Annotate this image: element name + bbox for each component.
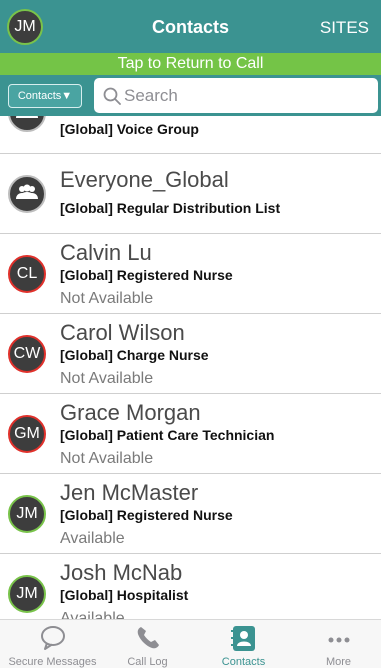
contacts-list: [Global] Voice Group Everyone_Global [Gl…	[0, 116, 381, 619]
contact-row-grace-morgan[interactable]: GM Grace Morgan [Global] Patient Care Te…	[0, 394, 381, 474]
contact-row-calvin-lu[interactable]: CL Calvin Lu [Global] Registered Nurse N…	[0, 234, 381, 314]
return-to-call-banner[interactable]: Tap to Return to Call	[0, 53, 381, 75]
tab-label: Secure Messages	[8, 656, 97, 668]
group-icon	[15, 184, 39, 205]
tab-label: Contacts	[221, 656, 266, 668]
search-bar: Contacts▼	[0, 75, 381, 116]
contact-name: Grace Morgan	[60, 400, 201, 425]
contact-avatar: JM	[8, 495, 46, 533]
chat-bubble-icon	[5, 625, 100, 651]
contact-row-everyone-global[interactable]: Everyone_Global [Global] Regular Distrib…	[0, 154, 381, 234]
contact-role: [Global] Charge Nurse	[60, 347, 209, 363]
bottom-tab-bar: Secure Messages Call Log Contacts More	[0, 619, 381, 668]
contact-role: [Global] Hospitalist	[60, 587, 189, 603]
search-box[interactable]	[94, 78, 378, 113]
contact-name: Carol Wilson	[60, 320, 185, 345]
contact-avatar: CL	[8, 255, 46, 293]
search-input[interactable]	[124, 80, 364, 111]
tab-secure-messages[interactable]: Secure Messages	[5, 620, 100, 668]
tab-call-log[interactable]: Call Log	[100, 620, 195, 668]
tab-label: Call Log	[127, 656, 168, 668]
group-icon	[15, 116, 39, 124]
contact-status: Available	[60, 530, 125, 547]
tab-label: More	[325, 656, 352, 668]
more-dots-icon	[291, 625, 381, 651]
contact-avatar: JM	[8, 575, 46, 613]
contact-row-voice-group[interactable]: [Global] Voice Group	[0, 116, 381, 154]
search-icon	[103, 87, 121, 110]
tab-more[interactable]: More	[291, 620, 381, 668]
top-nav-bar: JM Contacts SITES	[0, 0, 381, 53]
contact-status: Not Available	[60, 370, 154, 387]
contact-status: Available	[60, 610, 125, 619]
contact-row-carol-wilson[interactable]: CW Carol Wilson [Global] Charge Nurse No…	[0, 314, 381, 394]
phone-icon	[100, 625, 195, 651]
contact-avatar: CW	[8, 335, 46, 373]
contact-name: Calvin Lu	[60, 240, 152, 265]
contact-name: Jen McMaster	[60, 480, 199, 505]
contacts-filter-dropdown[interactable]: Contacts▼	[8, 84, 82, 108]
contact-row-jen-mcmaster[interactable]: JM Jen McMaster [Global] Registered Nurs…	[0, 474, 381, 554]
contact-role: [Global] Regular Distribution List	[60, 200, 281, 216]
contact-status: Not Available	[60, 290, 154, 307]
contact-status: Not Available	[60, 450, 154, 467]
contact-role: [Global] Patient Care Technician	[60, 427, 275, 443]
tab-contacts[interactable]: Contacts	[196, 620, 291, 668]
contact-avatar: GM	[8, 415, 46, 453]
contact-role: [Global] Voice Group	[60, 121, 199, 137]
contact-row-josh-mcnab[interactable]: JM Josh McNab [Global] Hospitalist Avail…	[0, 554, 381, 619]
contact-name: Josh McNab	[60, 560, 183, 585]
contact-role: [Global] Registered Nurse	[60, 507, 233, 523]
contact-name: Everyone_Global	[60, 167, 229, 192]
contacts-book-icon	[196, 625, 291, 651]
group-avatar	[8, 116, 46, 132]
contact-role: [Global] Registered Nurse	[60, 267, 233, 283]
sites-button[interactable]: SITES	[320, 18, 369, 38]
group-avatar	[8, 175, 46, 213]
